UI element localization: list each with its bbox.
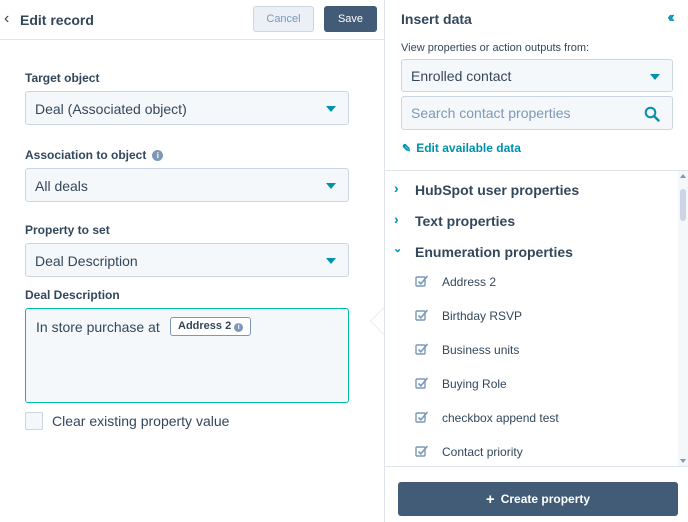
address-2-token[interactable]: Address 2i bbox=[170, 317, 252, 336]
group-label: Enumeration properties bbox=[415, 244, 573, 260]
insert-data-panel: Insert data ‹‹ View properties or action… bbox=[384, 0, 688, 522]
search-field bbox=[401, 96, 673, 130]
scrollbar-thumb[interactable] bbox=[680, 189, 686, 221]
scroll-down-arrow-icon[interactable] bbox=[680, 459, 686, 463]
chevron-right-icon: › bbox=[394, 180, 399, 196]
chevron-right-icon: › bbox=[394, 211, 399, 227]
checkbox-list-icon bbox=[415, 411, 429, 423]
association-label-row: Association to object i bbox=[25, 148, 164, 162]
property-item[interactable]: Birthday RSVP bbox=[385, 299, 675, 333]
target-object-select[interactable]: Deal (Associated object) bbox=[25, 91, 349, 125]
group-label: HubSpot user properties bbox=[415, 182, 580, 198]
group-hubspot-user-properties[interactable]: › HubSpot user properties bbox=[385, 174, 675, 204]
association-value: All deals bbox=[35, 178, 88, 194]
checkbox-list-icon bbox=[415, 377, 429, 389]
property-label: Business units bbox=[442, 343, 520, 357]
target-object-value: Deal (Associated object) bbox=[35, 101, 187, 117]
insert-data-subtitle: View properties or action outputs from: bbox=[401, 42, 590, 54]
scroll-up-arrow-icon[interactable] bbox=[680, 174, 686, 178]
deal-description-text: In store purchase at bbox=[36, 319, 160, 335]
property-label: Contact priority bbox=[442, 445, 523, 459]
page-title: Edit record bbox=[20, 12, 94, 28]
data-source-value: Enrolled contact bbox=[411, 68, 512, 84]
caret-down-icon bbox=[650, 74, 660, 80]
clear-existing-label[interactable]: Clear existing property value bbox=[52, 413, 229, 429]
property-list: › HubSpot user properties › Text propert… bbox=[385, 171, 688, 466]
property-item[interactable]: Business units bbox=[385, 333, 675, 367]
checkbox-list-icon bbox=[415, 309, 429, 321]
caret-down-icon bbox=[326, 258, 336, 264]
property-label: Buying Role bbox=[442, 377, 507, 391]
plus-icon: + bbox=[485, 491, 495, 508]
back-chevron-icon[interactable]: ‹ bbox=[4, 11, 9, 27]
panel-pointer-inner bbox=[371, 308, 384, 334]
checkbox-list-icon bbox=[415, 275, 429, 287]
deal-description-label: Deal Description bbox=[25, 288, 120, 302]
group-text-properties[interactable]: › Text properties bbox=[385, 205, 675, 235]
property-to-set-label: Property to set bbox=[25, 223, 110, 237]
property-item[interactable]: Buying Role bbox=[385, 367, 675, 401]
group-enumeration-properties[interactable]: ⌄ Enumeration properties bbox=[385, 236, 675, 266]
caret-down-icon bbox=[326, 183, 336, 189]
checkbox-list-icon bbox=[415, 343, 429, 355]
association-select[interactable]: All deals bbox=[25, 168, 349, 202]
save-button[interactable]: Save bbox=[324, 6, 377, 32]
clear-existing-checkbox[interactable] bbox=[25, 412, 43, 430]
edit-record-panel: ‹ Edit record Cancel Save Target object … bbox=[0, 0, 384, 522]
checkbox-list-icon bbox=[415, 445, 429, 457]
insert-data-footer: + Create property bbox=[385, 466, 688, 522]
property-to-set-select[interactable]: Deal Description bbox=[25, 243, 349, 277]
create-property-button[interactable]: + Create property bbox=[398, 482, 678, 516]
scrollbar[interactable] bbox=[678, 171, 688, 466]
deal-description-input[interactable]: In store purchase at Address 2i bbox=[25, 308, 349, 403]
chevron-down-icon: ⌄ bbox=[393, 243, 403, 255]
cancel-button[interactable]: Cancel bbox=[253, 6, 314, 32]
token-label: Address 2 bbox=[178, 320, 232, 332]
create-property-label: Create property bbox=[500, 492, 591, 506]
property-label: Birthday RSVP bbox=[442, 309, 523, 323]
property-label: checkbox append test bbox=[442, 411, 559, 425]
edit-record-header: ‹ Edit record Cancel Save bbox=[0, 0, 384, 40]
property-to-set-value: Deal Description bbox=[35, 253, 138, 269]
info-icon: i bbox=[234, 323, 244, 332]
target-object-label: Target object bbox=[25, 71, 100, 85]
double-chevron-left-icon[interactable]: ‹‹ bbox=[667, 10, 674, 26]
data-source-select[interactable]: Enrolled contact bbox=[401, 59, 673, 92]
group-label: Text properties bbox=[415, 213, 516, 229]
association-label: Association to object bbox=[25, 148, 147, 162]
pencil-icon: ✎ bbox=[402, 143, 412, 155]
property-label: Address 2 bbox=[442, 275, 497, 289]
edit-available-data-label: Edit available data bbox=[416, 141, 521, 155]
property-item[interactable]: Address 2 bbox=[385, 265, 675, 299]
search-icon[interactable] bbox=[644, 106, 660, 122]
property-item[interactable]: checkbox append test bbox=[385, 401, 675, 435]
info-icon[interactable]: i bbox=[152, 150, 164, 161]
property-item[interactable]: Contact priority bbox=[385, 435, 675, 466]
edit-available-data-link[interactable]: ✎ Edit available data bbox=[402, 141, 521, 156]
insert-data-title: Insert data bbox=[401, 11, 472, 27]
search-input[interactable] bbox=[403, 98, 633, 128]
caret-down-icon bbox=[326, 106, 336, 112]
